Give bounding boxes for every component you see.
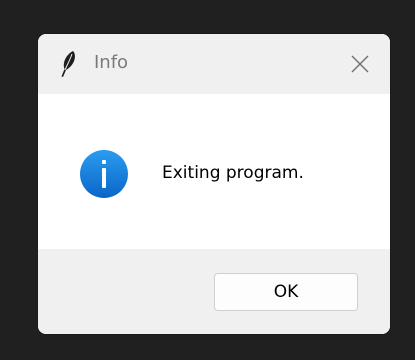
close-icon [351, 55, 369, 73]
dialog-footer: OK [38, 249, 390, 334]
dialog-message: Exiting program. [162, 163, 304, 183]
dialog-content: Exiting program. [38, 94, 390, 249]
window-title: Info [94, 52, 129, 73]
close-button[interactable] [330, 34, 390, 94]
info-icon [80, 150, 128, 198]
feather-icon [61, 51, 75, 77]
info-dialog: Info Exiting program. OK [38, 34, 390, 334]
title-bar[interactable]: Info [38, 34, 390, 94]
ok-button[interactable]: OK [214, 273, 358, 311]
